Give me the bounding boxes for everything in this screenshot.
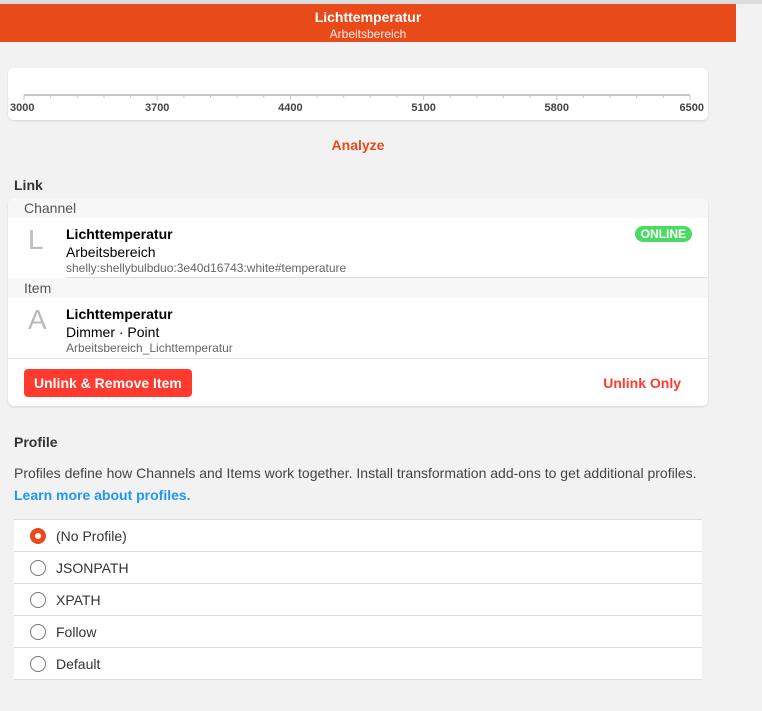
link-actions: Unlink & Remove Item Unlink Only bbox=[8, 358, 708, 406]
profile-description-text: Profiles define how Channels and Items w… bbox=[14, 465, 697, 481]
scale-svg: 3000 3700 4400 5100 5800 6500 bbox=[10, 94, 704, 114]
page-subtitle: Arbeitsbereich bbox=[329, 27, 407, 41]
profile-options-list: (No Profile) JSONPATH XPATH Follow Default bbox=[14, 519, 702, 680]
scale-tick-label: 4400 bbox=[278, 102, 302, 114]
channel-letter-icon: L bbox=[28, 224, 44, 255]
profile-option-label: (No Profile) bbox=[56, 528, 127, 544]
profile-option-label: JSONPATH bbox=[56, 560, 129, 576]
channel-section-header: Channel bbox=[8, 198, 708, 218]
radio-button[interactable] bbox=[30, 656, 46, 672]
scale-tick-label: 6500 bbox=[680, 102, 704, 114]
page-title: Lichttemperatur bbox=[314, 9, 422, 25]
color-temperature-scale[interactable]: 3000 3700 4400 5100 5800 6500 bbox=[8, 68, 708, 120]
status-badge: ONLINE bbox=[634, 226, 692, 242]
item-row[interactable]: A Lichttemperatur Dimmer · Point Arbeits… bbox=[8, 298, 708, 358]
profile-description: Profiles define how Channels and Items w… bbox=[14, 462, 704, 506]
profile-option[interactable]: JSONPATH bbox=[14, 552, 702, 584]
radio-button[interactable] bbox=[30, 592, 46, 608]
scale-tick-label: 5100 bbox=[411, 102, 435, 114]
item-subtitle: Dimmer · Point bbox=[66, 324, 160, 340]
channel-subtitle: Arbeitsbereich bbox=[66, 244, 156, 260]
unlink-only-button[interactable]: Unlink Only bbox=[603, 375, 681, 391]
radio-button[interactable] bbox=[30, 528, 46, 544]
profile-heading: Profile bbox=[14, 434, 58, 450]
item-letter-icon: A bbox=[28, 304, 47, 335]
channel-title: Lichttemperatur bbox=[66, 226, 173, 242]
profile-option-label: Follow bbox=[56, 624, 97, 640]
profile-option[interactable]: (No Profile) bbox=[14, 520, 702, 552]
divider bbox=[66, 277, 708, 278]
channel-row[interactable]: L Lichttemperatur Arbeitsbereich shelly:… bbox=[8, 218, 708, 278]
learn-more-link[interactable]: Learn more about profiles. bbox=[14, 487, 191, 503]
link-heading: Link bbox=[14, 177, 43, 193]
analyze-button[interactable]: Analyze bbox=[0, 137, 716, 153]
item-name: Arbeitsbereich_Lichttemperatur bbox=[66, 341, 233, 355]
channel-uid: shelly:shellybulbduo:3e40d16743:white#te… bbox=[66, 261, 347, 275]
item-title: Lichttemperatur bbox=[66, 306, 173, 322]
profile-option-label: XPATH bbox=[56, 592, 101, 608]
scale-tick-label: 3700 bbox=[145, 102, 169, 114]
item-section-header: Item bbox=[8, 278, 708, 298]
profile-option[interactable]: Default bbox=[14, 648, 702, 680]
navbar: Lichttemperatur Arbeitsbereich bbox=[0, 4, 736, 42]
unlink-remove-item-button[interactable]: Unlink & Remove Item bbox=[24, 369, 192, 397]
radio-button[interactable] bbox=[30, 624, 46, 640]
profile-option[interactable]: XPATH bbox=[14, 584, 702, 616]
scale-tick-label: 5800 bbox=[545, 102, 569, 114]
profile-option[interactable]: Follow bbox=[14, 616, 702, 648]
profile-option-label: Default bbox=[56, 656, 101, 672]
scale-tick-label: 3000 bbox=[10, 102, 34, 114]
radio-button[interactable] bbox=[30, 560, 46, 576]
link-card: Channel L Lichttemperatur Arbeitsbereich… bbox=[8, 198, 708, 406]
